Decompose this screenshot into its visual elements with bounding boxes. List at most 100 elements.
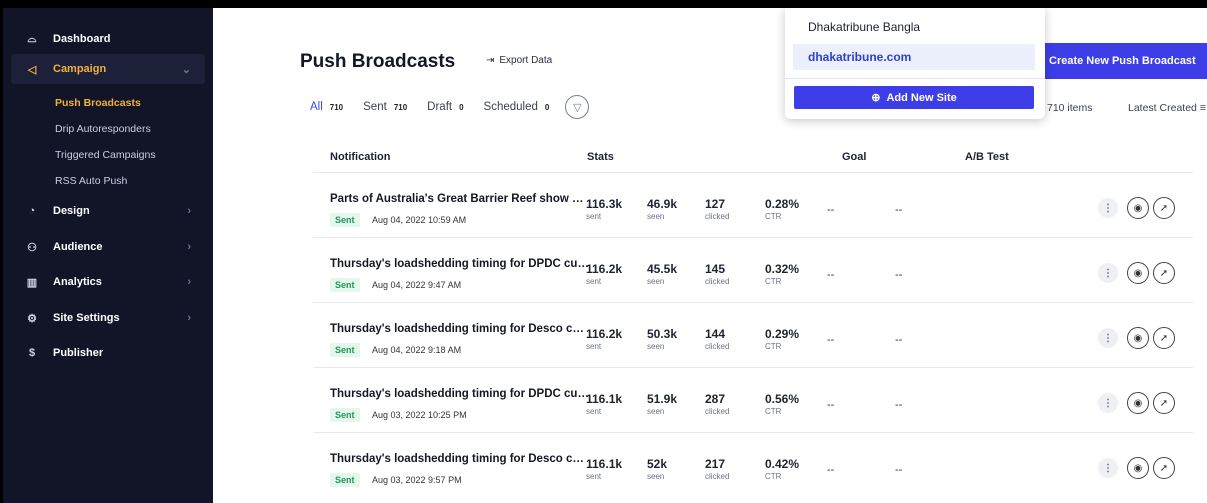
ab-test-value: -- [895, 399, 903, 411]
ab-test-value: -- [895, 269, 903, 281]
site-option-selected[interactable]: dhakatribune.com [793, 44, 1035, 70]
stat-ctr: 0.29% CTR [765, 327, 799, 351]
eye-icon[interactable]: ◉ [1127, 262, 1149, 284]
stat-value: 46.9k [647, 197, 678, 211]
dropdown-divider [785, 78, 1045, 79]
sub-push-broadcasts[interactable]: Push Broadcasts [55, 97, 141, 109]
stat-clicked: 145 clicked [705, 262, 729, 286]
table-row[interactable]: Thursday's loadshedding timing for DPDC … [313, 237, 1193, 302]
chevron-right-icon: › [187, 276, 191, 288]
more-options-icon[interactable]: ⋮ [1098, 198, 1118, 218]
stat-seen: 50.3k seen [647, 327, 677, 351]
export-label: Export Data [499, 55, 553, 66]
stat-label: CTR [765, 342, 782, 351]
more-options-icon[interactable]: ⋮ [1098, 393, 1118, 413]
tab-count: 710 [393, 102, 408, 112]
tab-count: 710 [329, 102, 344, 112]
stat-seen: 51.9k seen [647, 392, 677, 416]
stat-value: 217 [705, 457, 726, 471]
nav-publisher[interactable]: $ Publisher [11, 338, 205, 368]
notification-title[interactable]: Parts of Australia's Great Barrier Reef … [330, 193, 590, 205]
more-options-icon[interactable]: ⋮ [1098, 263, 1118, 283]
broadcast-table: Notification Stats Goal A/B Test Parts o… [313, 138, 1193, 503]
stat-value: 0.42% [765, 457, 800, 471]
stat-label: sent [586, 212, 602, 221]
stat-clicked: 144 clicked [705, 327, 729, 351]
stat-label: seen [647, 407, 665, 416]
nav-site-settings[interactable]: ⚙ Site Settings › [11, 303, 205, 333]
stat-label: sent [586, 472, 602, 481]
table-row[interactable]: Parts of Australia's Great Barrier Reef … [313, 172, 1193, 237]
bar-chart-icon: ▥ [26, 276, 38, 289]
status-filter-tabs: All 710 Sent 710 Draft 0 Scheduled 0 ▽ [310, 95, 590, 119]
status-badge: Sent [330, 473, 360, 487]
send-icon[interactable]: ➚ [1153, 457, 1175, 479]
nav-label: Publisher [53, 347, 104, 359]
sub-drip-autoresponders[interactable]: Drip Autoresponders [55, 123, 151, 135]
stat-ctr: 0.56% CTR [765, 392, 799, 416]
notification-title[interactable]: Thursday's loadshedding timing for DPDC … [330, 388, 590, 400]
nav-analytics[interactable]: ▥ Analytics › [11, 267, 205, 297]
nav-dashboard[interactable]: ⌓ Dashboard [11, 24, 205, 54]
nav-campaign[interactable]: ◁ Campaign ⌄ [11, 54, 205, 84]
stat-label: clicked [705, 407, 730, 416]
table-row[interactable]: Thursday's loadshedding timing for DPDC … [313, 367, 1193, 432]
nav-design[interactable]: ◔ Design › [11, 196, 205, 226]
table-row[interactable]: Thursday's loadshedding timing for Desco… [313, 302, 1193, 367]
notification-title[interactable]: Thursday's loadshedding timing for Desco… [330, 323, 590, 335]
stat-value: 144 [705, 327, 726, 341]
tab-all[interactable]: All 710 [310, 101, 343, 113]
stat-label: CTR [765, 212, 782, 221]
stat-label: sent [586, 342, 602, 351]
stat-value: 0.56% [765, 392, 800, 406]
filter-funnel-icon[interactable]: ▽ [565, 95, 590, 119]
more-options-icon[interactable]: ⋮ [1098, 458, 1118, 478]
tab-scheduled[interactable]: Scheduled 0 [484, 101, 550, 113]
users-icon: ⚇ [27, 241, 37, 254]
stat-value: 45.5k [647, 262, 678, 276]
stat-label: clicked [705, 277, 730, 286]
tab-sent[interactable]: Sent 710 [363, 101, 407, 113]
sent-date: Aug 04, 2022 9:47 AM [372, 280, 462, 290]
site-option[interactable]: Dhakatribune Bangla [793, 14, 1035, 40]
eye-icon[interactable]: ◉ [1127, 392, 1149, 414]
sent-date: Aug 04, 2022 9:18 AM [372, 345, 462, 355]
stat-clicked: 127 clicked [705, 197, 729, 221]
goal-value: -- [827, 334, 835, 346]
stat-sent: 116.2k sent [586, 327, 622, 351]
eye-icon[interactable]: ◉ [1127, 457, 1149, 479]
notification-title[interactable]: Thursday's loadshedding timing for DPDC … [330, 258, 590, 270]
ab-test-value: -- [895, 204, 903, 216]
eye-icon[interactable]: ◉ [1127, 197, 1149, 219]
goal-value: -- [827, 269, 835, 281]
create-push-broadcast-button[interactable]: Create New Push Broadcast [1042, 43, 1207, 79]
site-switcher-dropdown: Dhakatribune Bangla dhakatribune.com ⊕ A… [785, 8, 1045, 119]
send-icon[interactable]: ➚ [1153, 392, 1175, 414]
add-new-site-button[interactable]: ⊕ Add New Site [794, 86, 1034, 109]
nav-audience[interactable]: ⚇ Audience › [11, 232, 205, 262]
sub-rss-auto-push[interactable]: RSS Auto Push [55, 175, 127, 187]
sub-triggered-campaigns[interactable]: Triggered Campaigns [55, 149, 156, 161]
send-icon[interactable]: ➚ [1153, 262, 1175, 284]
send-icon[interactable]: ➚ [1153, 327, 1175, 349]
stat-ctr: 0.32% CTR [765, 262, 799, 286]
nav-label: Dashboard [53, 33, 111, 45]
sent-date: Aug 03, 2022 10:25 PM [372, 410, 467, 420]
gear-icon: ⚙ [27, 312, 37, 325]
eye-icon[interactable]: ◉ [1127, 327, 1149, 349]
sort-dropdown[interactable]: Latest Created ≡ [1128, 102, 1206, 114]
notification-title[interactable]: Thursday's loadshedding timing for Desco… [330, 453, 590, 465]
app-window: ⌓ Dashboard ◁ Campaign ⌄ Push Broadcasts… [3, 8, 1207, 503]
tab-count: 0 [459, 102, 464, 112]
dashboard-icon: ⌓ [27, 32, 37, 45]
column-header-goal: Goal [842, 151, 867, 163]
table-row[interactable]: Thursday's loadshedding timing for Desco… [313, 432, 1193, 497]
dollar-circle-icon: $ [28, 347, 36, 359]
stat-label: clicked [705, 472, 730, 481]
tab-draft[interactable]: Draft 0 [427, 101, 463, 113]
export-data-button[interactable]: ⇥ Export Data [486, 55, 552, 66]
stat-clicked: 287 clicked [705, 392, 729, 416]
stat-sent: 116.2k sent [586, 262, 622, 286]
send-icon[interactable]: ➚ [1153, 197, 1175, 219]
more-options-icon[interactable]: ⋮ [1098, 328, 1118, 348]
